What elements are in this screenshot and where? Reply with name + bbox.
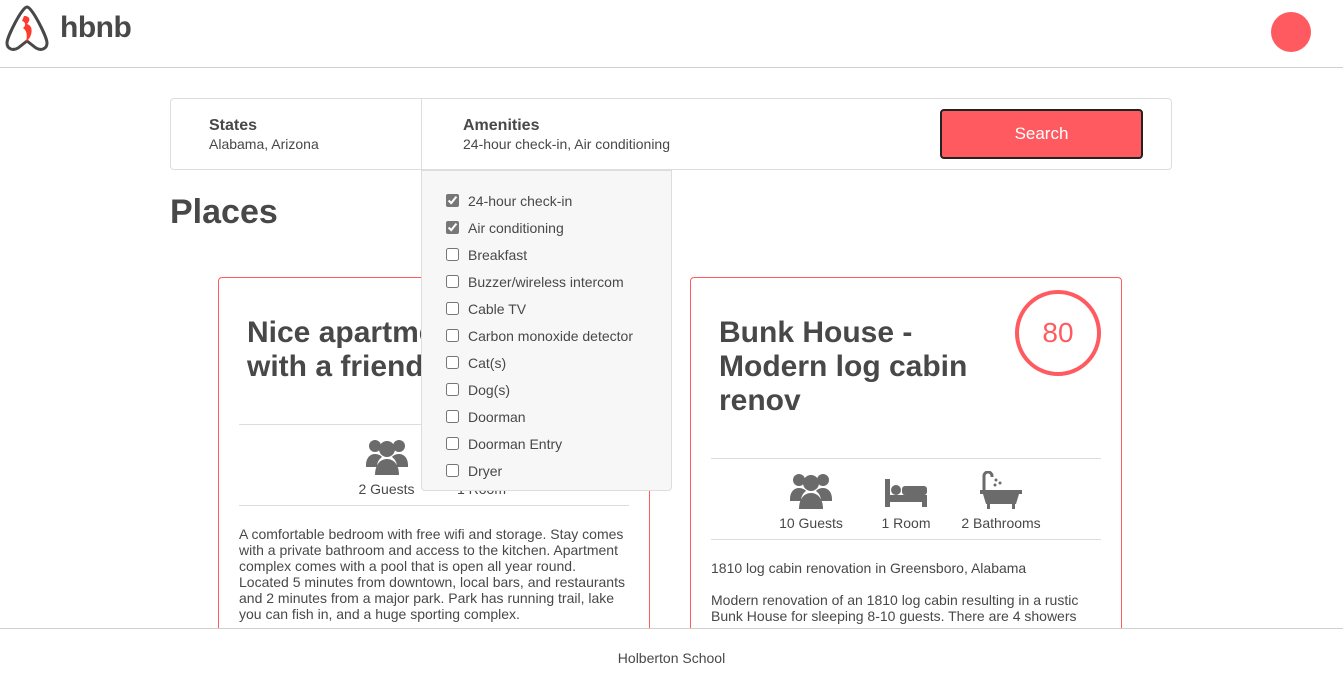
amenity-checkbox[interactable] [446,329,459,342]
place-card: Bunk House - Modern log cabin renov 80 1… [690,277,1122,677]
amenity-option[interactable]: Air conditioning [422,214,671,241]
amenity-label: Cat(s) [468,354,507,371]
bed-icon [885,479,927,507]
amenity-label: Breakfast [468,246,528,263]
guests-info: 2 Guests [339,425,434,505]
amenity-label: Buzzer/wireless intercom [468,273,624,290]
amenity-option[interactable]: 24-hour check-in [422,187,671,214]
amenity-option[interactable]: Doorman Entry [422,430,671,457]
place-description: A comfortable bedroom with free wifi and… [239,526,625,622]
amenity-checkbox[interactable] [446,383,459,396]
logo-text: hbnb [60,11,132,44]
description-paragraph: 1810 log cabin renovation in Greensboro,… [711,560,1027,576]
amenity-label: 24-hour check-in [468,192,573,209]
avatar[interactable] [1271,12,1311,52]
amenity-option[interactable]: Breakfast [422,241,671,268]
amenity-label: Cable TV [468,300,527,317]
amenity-option[interactable]: Dog(s) [422,376,671,403]
amenity-checkbox[interactable] [446,194,459,207]
guests-icon [365,440,408,475]
guests-label: 2 Guests [358,481,415,497]
logo[interactable]: hbnb [4,4,132,52]
amenities-filter[interactable]: Amenities 24-hour check-in, Air conditio… [463,117,670,152]
rooms-label: 1 Room [881,515,931,531]
amenity-option[interactable]: Cat(s) [422,349,671,376]
amenity-label: Doorman [468,408,526,425]
amenity-checkbox[interactable] [446,302,459,315]
guests-label: 10 Guests [779,515,843,531]
states-filter[interactable]: States Alabama, Arizona [171,99,422,169]
footer: Holberton School [0,628,1343,687]
place-description: 1810 log cabin renovation in Greensboro,… [711,560,1101,624]
guests-icon [790,474,832,509]
filters-bar: States Alabama, Arizona Amenities 24-hou… [170,98,1172,170]
guests-info: 10 Guests [764,459,859,539]
header: hbnb [0,0,1343,68]
amenity-label: Carbon monoxide detector [468,327,633,344]
amenity-option[interactable]: Elevator in building [422,484,671,491]
footer-text: Holberton School [617,650,726,666]
bathrooms-info: 2 Bathrooms [954,459,1049,539]
amenity-checkbox[interactable] [446,437,459,450]
bathrooms-label: 2 Bathrooms [961,515,1041,531]
amenities-selected: 24-hour check-in, Air conditioning [463,136,671,152]
amenity-label: Doorman Entry [468,435,563,452]
amenity-label: Dryer [468,462,503,479]
rooms-info: 1 Room [859,459,954,539]
amenities-dropdown: 24-hour check-in Air conditioning Breakfas… [421,170,672,491]
amenity-label: Air conditioning [468,219,564,236]
bathtub-icon [980,471,1022,509]
amenity-checkbox[interactable] [446,275,459,288]
place-title: Bunk House - Modern log cabin renov [719,316,968,417]
amenity-option[interactable]: Buzzer/wireless intercom [422,268,671,295]
amenity-label: Dog(s) [468,381,511,398]
place-info: 10 Guests 1 Room 2 Bathrooms [711,458,1101,540]
amenity-checkbox[interactable] [446,221,459,234]
amenity-option[interactable]: Dryer [422,457,671,484]
amenities-title: Amenities [463,117,540,134]
amenity-checkbox[interactable] [446,464,459,477]
amenity-checkbox[interactable] [446,356,459,369]
amenity-option[interactable]: Carbon monoxide detector [422,322,671,349]
price-badge: 80 [1015,290,1101,376]
amenity-checkbox[interactable] [446,410,459,423]
states-title: States [209,117,258,134]
amenity-checkbox[interactable] [446,248,459,261]
amenity-label: Elevator in building [468,490,586,491]
description-paragraph: Modern renovation of an 1810 log cabin r… [711,592,1079,624]
states-selected: Alabama, Arizona [209,136,319,152]
amenity-option[interactable]: Doorman [422,403,671,430]
page-title: Places [170,193,278,231]
search-button[interactable]: Search [940,109,1143,159]
amenity-option[interactable]: Cable TV [422,295,671,322]
hbnb-logo-icon [5,5,49,51]
